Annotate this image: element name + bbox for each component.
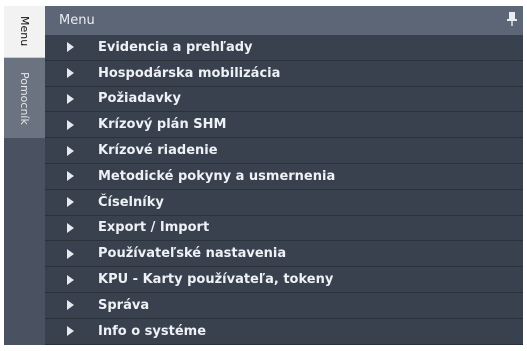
menu-list: Evidencia a prehľady Hospodárska mobiliz… bbox=[45, 35, 523, 345]
menu-item-label: Info o systéme bbox=[98, 323, 207, 339]
menu-item-evidencia[interactable]: Evidencia a prehľady bbox=[45, 35, 523, 61]
menu-item-pouzivatelske-nastavenia[interactable]: Používateľské nastavenia bbox=[45, 241, 523, 268]
vertical-tab-strip: Menu Pomocník bbox=[4, 6, 45, 345]
menu-item-label: Používateľské nastavenia bbox=[98, 246, 287, 262]
menu-item-label: Krízové riadenie bbox=[98, 143, 218, 159]
chevron-right-icon bbox=[67, 248, 74, 259]
chevron-right-icon bbox=[67, 145, 74, 156]
chevron-right-icon bbox=[67, 222, 74, 233]
menu-item-info-o-systeme[interactable]: Info o systéme bbox=[45, 318, 523, 345]
menu-item-krizovy-plan[interactable]: Krízový plán SHM bbox=[45, 112, 523, 139]
menu-item-label: Požiadavky bbox=[98, 91, 181, 107]
tab-menu[interactable]: Menu bbox=[4, 6, 45, 58]
menu-item-label: Číselníky bbox=[98, 194, 164, 210]
pin-icon[interactable] bbox=[507, 12, 517, 26]
menu-item-hospodarska-mobilizacia[interactable]: Hospodárska mobilizácia bbox=[45, 60, 523, 87]
menu-item-label: Správa bbox=[98, 297, 150, 313]
tab-pomocnik-label: Pomocník bbox=[18, 71, 31, 125]
menu-item-label: Evidencia a prehľady bbox=[98, 39, 253, 55]
menu-item-label: Krízový plán SHM bbox=[98, 117, 227, 133]
chevron-right-icon bbox=[67, 93, 74, 104]
menu-item-export-import[interactable]: Export / Import bbox=[45, 215, 523, 242]
chevron-right-icon bbox=[67, 119, 74, 130]
menu-item-krizove-riadenie[interactable]: Krízové riadenie bbox=[45, 138, 523, 164]
menu-item-poziadavky[interactable]: Požiadavky bbox=[45, 86, 523, 113]
chevron-right-icon bbox=[67, 171, 74, 182]
menu-item-label: Export / Import bbox=[98, 220, 210, 236]
chevron-right-icon bbox=[67, 300, 74, 311]
menu-item-label: KPU - Karty používateľa, tokeny bbox=[98, 272, 334, 288]
menu-item-kpu-karty[interactable]: KPU - Karty používateľa, tokeny bbox=[45, 267, 523, 293]
tab-menu-label: Menu bbox=[18, 16, 31, 47]
menu-item-label: Metodické pokyny a usmernenia bbox=[98, 168, 336, 184]
menu-item-metodicke-pokyny[interactable]: Metodické pokyny a usmernenia bbox=[45, 163, 523, 190]
menu-header: Menu bbox=[45, 6, 523, 35]
chevron-right-icon bbox=[67, 274, 74, 285]
chevron-right-icon bbox=[67, 197, 74, 208]
menu-item-ciselniky[interactable]: Číselníky bbox=[45, 189, 523, 216]
menu-item-sprava[interactable]: Správa bbox=[45, 292, 523, 319]
chevron-right-icon bbox=[67, 42, 74, 53]
menu-title: Menu bbox=[59, 13, 95, 28]
chevron-right-icon bbox=[67, 68, 74, 79]
tab-pomocnik[interactable]: Pomocník bbox=[4, 58, 45, 138]
menu-panel: Menu Pomocník Menu Evidencia a prehľady … bbox=[4, 6, 523, 345]
chevron-right-icon bbox=[67, 326, 74, 337]
menu-item-label: Hospodárska mobilizácia bbox=[98, 65, 281, 81]
